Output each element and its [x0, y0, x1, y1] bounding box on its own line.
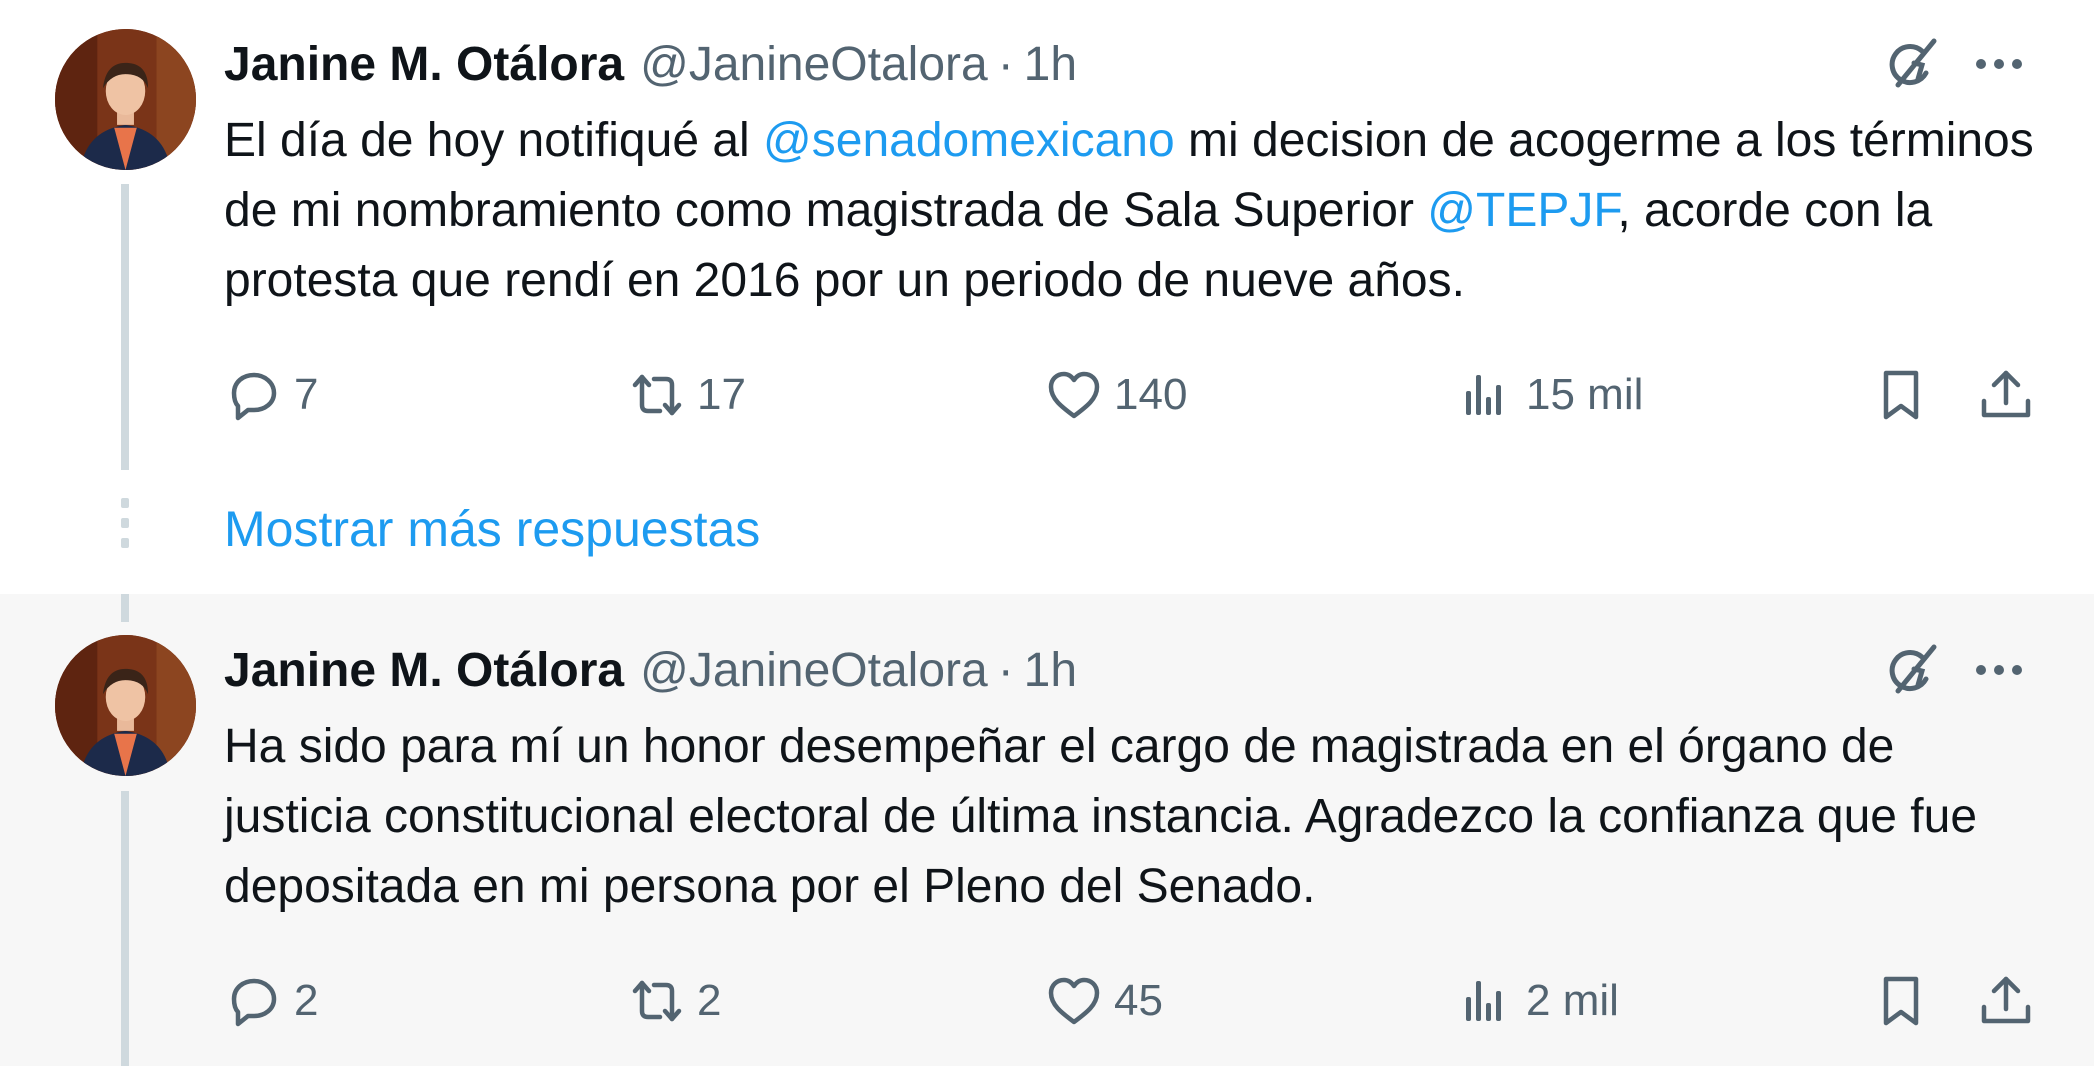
more-icon[interactable] [1964, 635, 2034, 705]
like-icon [1048, 371, 1100, 419]
show-more-replies-link[interactable]: Mostrar más respuestas [224, 494, 760, 564]
text-segment: El día de hoy notifiqué al [224, 114, 764, 167]
views-button[interactable]: 2 mil [1456, 961, 1619, 1041]
more-icon[interactable] [1964, 29, 2034, 99]
repost-button[interactable]: 17 [627, 355, 746, 435]
thread-line [121, 184, 129, 470]
share-button[interactable] [1976, 355, 2036, 435]
action-bar: 2 2 45 2 mil [224, 961, 2044, 1041]
thread-dots [121, 498, 129, 566]
thread-line [121, 594, 129, 622]
reply-count: 2 [294, 976, 319, 1025]
reply-icon [231, 372, 277, 421]
tweet-header: Janine M. Otálora @JanineOtalora · 1h [224, 29, 1077, 99]
share-icon [1981, 370, 2031, 418]
thread-line [121, 791, 129, 1066]
repost-button[interactable]: 2 [627, 961, 721, 1041]
like-icon [1048, 977, 1100, 1025]
timestamp[interactable]: 1h [1024, 37, 1077, 92]
bookmark-button[interactable] [1871, 961, 1931, 1041]
repost-count: 2 [697, 976, 722, 1025]
mention-link[interactable]: @senadomexicano [763, 114, 1175, 167]
like-count: 140 [1114, 370, 1188, 419]
views-count: 2 mil [1526, 976, 1619, 1025]
views-button[interactable]: 15 mil [1456, 355, 1643, 435]
author-name[interactable]: Janine M. Otálora [224, 37, 624, 92]
author-name[interactable]: Janine M. Otálora [224, 643, 624, 698]
mention-link[interactable]: @TEPJF [1427, 184, 1617, 237]
share-button[interactable] [1976, 961, 2036, 1041]
grok-icon[interactable] [1876, 635, 1946, 705]
share-icon [1981, 976, 2031, 1024]
repost-icon [632, 980, 682, 1022]
action-bar: 7 17 140 15 mil [224, 355, 2044, 435]
like-button[interactable]: 45 [1044, 961, 1163, 1041]
separator: · [997, 37, 1014, 91]
grok-icon[interactable] [1876, 29, 1946, 99]
reply-icon [231, 978, 277, 1027]
repost-count: 17 [697, 370, 746, 419]
author-handle[interactable]: @JanineOtalora [640, 37, 988, 92]
tweet[interactable]: Janine M. Otálora @JanineOtalora · 1h El… [0, 0, 2094, 594]
bookmark-icon [1883, 370, 1919, 420]
tweet-text: El día de hoy notifiqué al @senadomexica… [224, 106, 2054, 316]
bookmark-button[interactable] [1871, 355, 1931, 435]
repost-icon [632, 374, 682, 416]
views-icon [1466, 981, 1501, 1021]
reply-button[interactable]: 2 [224, 961, 318, 1041]
views-icon [1466, 375, 1501, 415]
tweet-text: Ha sido para mí un honor desempeñar el c… [224, 720, 1978, 913]
reply-count: 7 [294, 370, 319, 419]
tweet-header: Janine M. Otálora @JanineOtalora · 1h [224, 635, 1077, 705]
avatar[interactable] [55, 635, 196, 776]
like-count: 45 [1114, 976, 1163, 1025]
bookmark-icon [1883, 976, 1919, 1026]
tweet[interactable]: Janine M. Otálora @JanineOtalora · 1h Ha… [0, 594, 2094, 1066]
timestamp[interactable]: 1h [1024, 643, 1077, 698]
reply-button[interactable]: 7 [224, 355, 318, 435]
separator: · [997, 643, 1014, 697]
like-button[interactable]: 140 [1044, 355, 1187, 435]
author-handle[interactable]: @JanineOtalora [640, 643, 988, 698]
views-count: 15 mil [1526, 370, 1644, 419]
avatar[interactable] [55, 29, 196, 170]
